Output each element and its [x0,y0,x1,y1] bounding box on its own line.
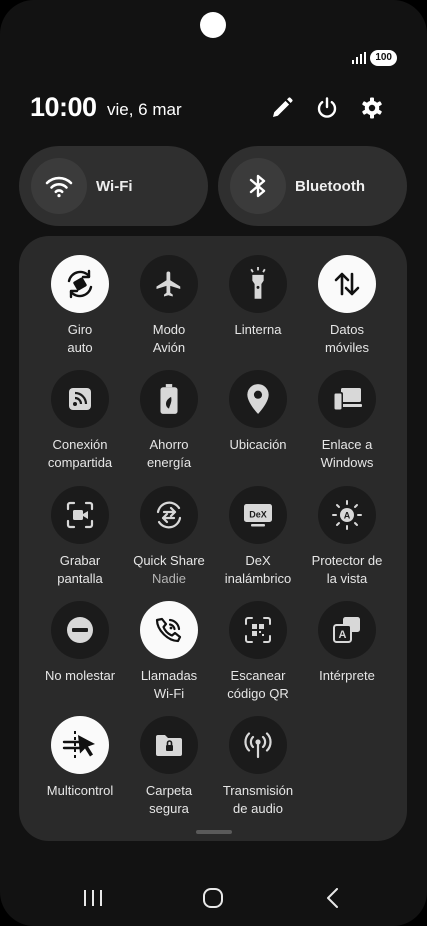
tile-label: Quick Share [133,553,205,568]
bluetooth-toggle[interactable]: Bluetooth [218,146,407,226]
tile-interpreter[interactable]: A Intérprete [299,601,395,685]
eye-comfort-icon: A [318,486,376,544]
power-saving-icon [140,370,198,428]
do-not-disturb-icon [51,601,109,659]
signal-icon [352,52,367,64]
tile-label: Linterna [234,322,282,337]
tile-hotspot[interactable]: Conexión compartida [32,370,128,471]
edit-icon[interactable] [270,96,294,120]
tile-label: No molestar [44,668,116,683]
back-icon[interactable] [322,888,344,908]
tile-screen-recorder[interactable]: Grabar pantalla [32,486,128,587]
tile-do-not-disturb[interactable]: No molestar [32,601,128,685]
tile-label: Giro auto [67,322,93,355]
tile-label: Enlace a Windows [320,437,374,470]
dex-icon: DeX [229,486,287,544]
tile-label: Grabar pantalla [57,553,103,586]
svg-text:A: A [339,629,347,641]
tile-label: Ahorro energía [146,437,192,470]
tile-label: Multicontrol [46,783,114,798]
tile-label: Modo Avión [152,322,186,355]
bluetooth-icon [230,158,286,214]
tile-label: Carpeta segura [145,783,193,816]
multi-control-icon [51,716,109,774]
status-bar: 100 [352,50,397,66]
recent-apps-icon[interactable] [82,888,104,908]
tile-flashlight[interactable]: Linterna [210,255,306,339]
qr-scan-icon [229,601,287,659]
home-icon[interactable] [202,888,224,908]
interpreter-icon: A [318,601,376,659]
link-to-windows-icon [318,370,376,428]
tile-wifi-calling[interactable]: Llamadas Wi-Fi [121,601,217,702]
tile-power-saving[interactable]: Ahorro energía [121,370,217,471]
svg-text:A: A [344,511,351,521]
secure-folder-icon [140,716,198,774]
tile-link-to-windows[interactable]: Enlace a Windows [299,370,395,471]
clock: 10:00 [30,92,97,122]
tile-location[interactable]: Ubicación [210,370,306,454]
tile-eye-comfort[interactable]: A Protector de la vista [299,486,395,587]
audio-broadcast-icon [229,716,287,774]
tile-label: Ubicación [229,437,287,452]
wifi-toggle[interactable]: Wi-Fi [19,146,208,226]
tile-label: Llamadas Wi-Fi [140,668,198,701]
wifi-label: Wi-Fi [96,177,133,195]
hotspot-icon [51,370,109,428]
wifi-calling-icon [140,601,198,659]
tile-qr-scanner[interactable]: Escanear código QR [210,601,306,702]
tile-audio-broadcast[interactable]: Transmisión de audio [210,716,306,817]
svg-text:DeX: DeX [249,510,267,520]
wifi-icon [31,158,87,214]
tile-quick-share[interactable]: Quick Share Nadie [121,486,217,587]
airplane-icon [140,255,198,313]
battery-level: 100 [370,50,397,66]
phone-screen: 100 10:00 vie, 6 mar Wi-Fi Bluetooth Gir… [0,0,427,926]
tile-sublabel: Nadie [152,570,186,586]
mobile-data-icon [318,255,376,313]
quick-share-icon [140,486,198,544]
front-camera [200,12,226,38]
tile-multi-control[interactable]: Multicontrol [32,716,128,800]
tile-auto-rotate[interactable]: Giro auto [32,255,128,356]
flashlight-icon [229,255,287,313]
tile-airplane-mode[interactable]: Modo Avión [121,255,217,356]
tile-label: Protector de la vista [311,553,383,586]
tile-label: Intérprete [319,668,375,683]
location-icon [229,370,287,428]
bluetooth-label: Bluetooth [295,177,365,195]
quick-panel-header: 10:00 vie, 6 mar [30,92,400,124]
panel-drag-handle[interactable] [196,830,232,834]
date: vie, 6 mar [107,100,182,119]
settings-icon[interactable] [360,96,384,120]
tile-label: Transmisión de audio [222,783,294,816]
tile-dex[interactable]: DeX DeX inalámbrico [210,486,306,587]
tile-secure-folder[interactable]: Carpeta segura [121,716,217,817]
tile-label: Conexión compartida [47,437,113,470]
tile-label: DeX inalámbrico [224,553,292,586]
tile-label: Datos móviles [324,322,370,355]
screen-recorder-icon [51,486,109,544]
power-icon[interactable] [315,96,339,120]
navigation-bar [0,870,427,926]
auto-rotate-icon [51,255,109,313]
tile-mobile-data[interactable]: Datos móviles [299,255,395,356]
tile-label: Escanear código QR [227,668,289,701]
